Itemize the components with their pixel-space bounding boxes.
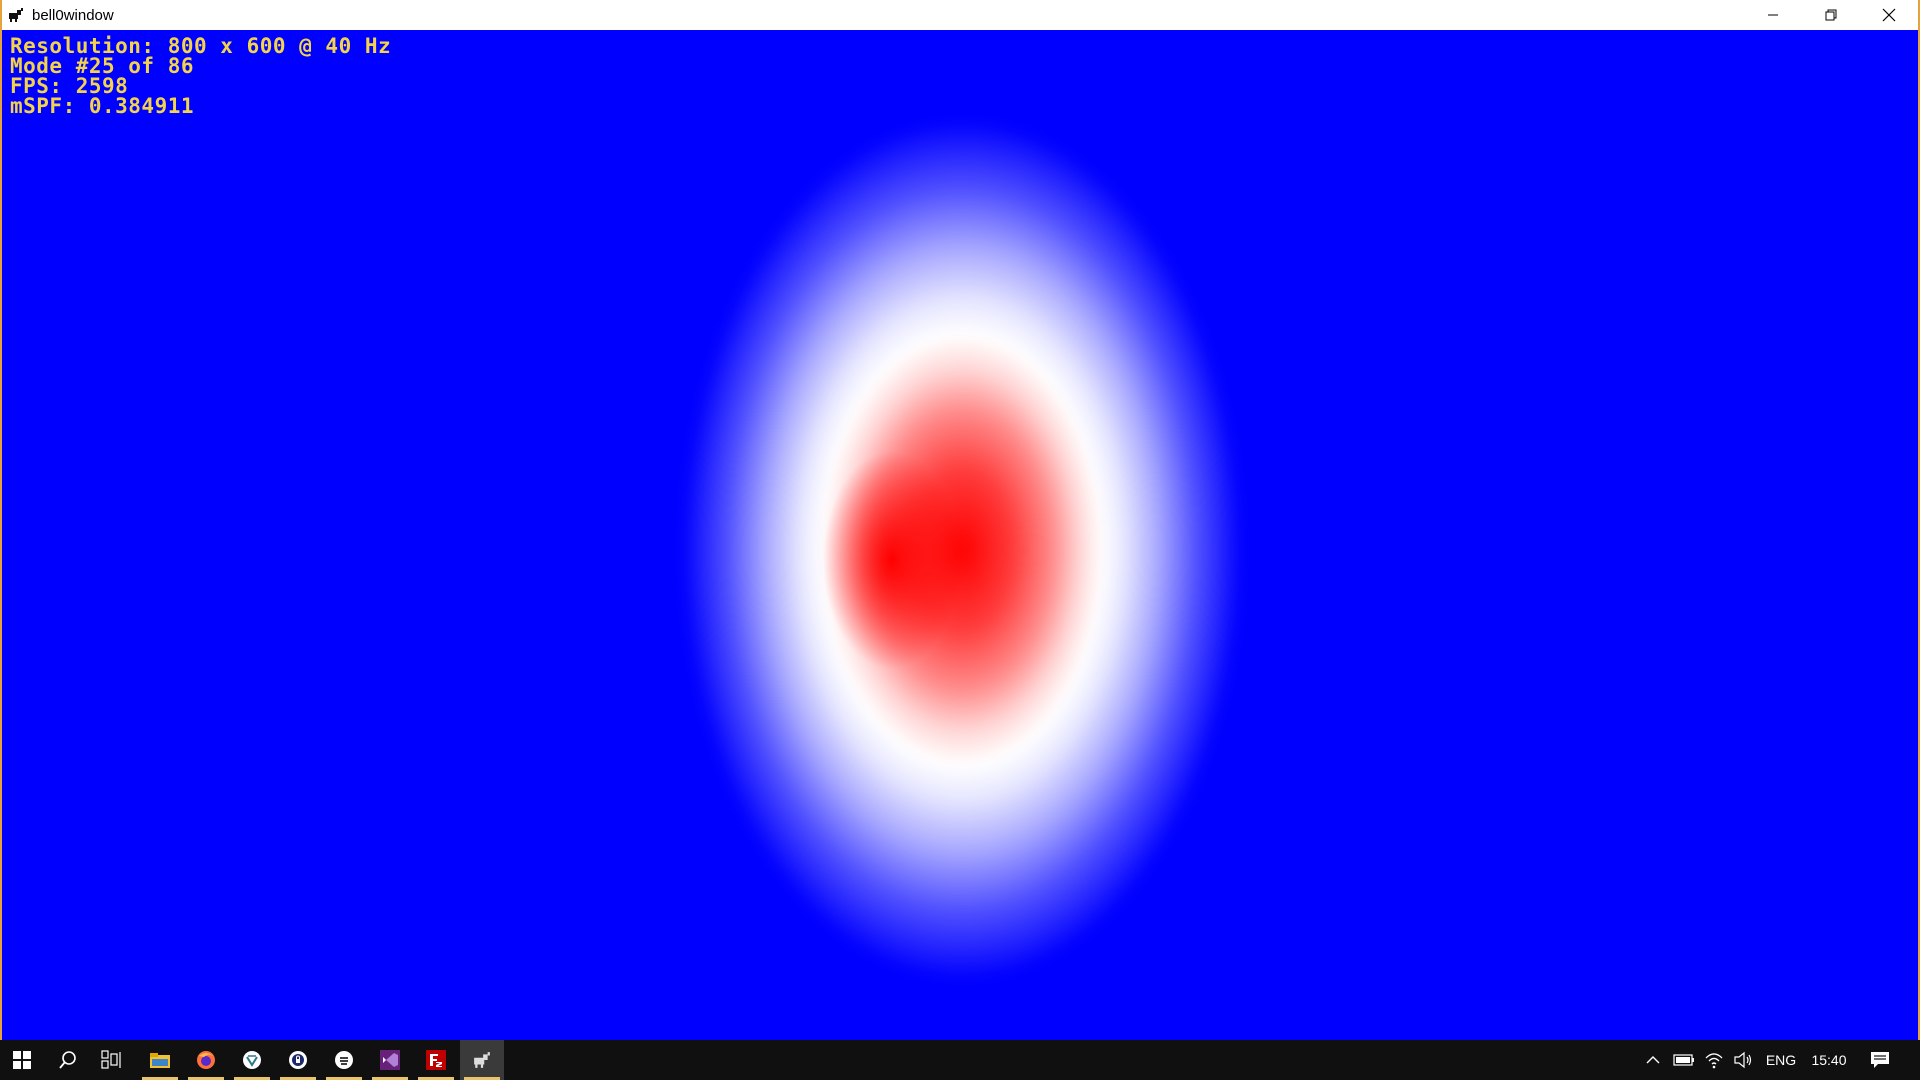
start-button[interactable]: [0, 1040, 44, 1080]
desktop-screen: bell0window Resolution: 800 x 600 @ 40 H…: [0, 0, 1920, 1080]
volume-button[interactable]: [1729, 1040, 1757, 1080]
filezilla-icon: [426, 1050, 446, 1070]
bell-curve-gradient: [682, 120, 1242, 980]
app-window: bell0window Resolution: 800 x 600 @ 40 H…: [0, 0, 1920, 1040]
search-icon: [59, 1051, 76, 1069]
show-hidden-icons-button[interactable]: [1640, 1040, 1666, 1080]
file-explorer-icon: [150, 1053, 170, 1068]
taskbar-visual-studio[interactable]: [368, 1040, 412, 1080]
close-icon: [1882, 8, 1896, 22]
bell-curve-peak: [822, 450, 962, 670]
task-view-button[interactable]: [90, 1040, 134, 1080]
taskbar-filezilla[interactable]: [414, 1040, 458, 1080]
taskbar-firefox[interactable]: [184, 1040, 228, 1080]
taskbar-bell0window[interactable]: [460, 1040, 504, 1080]
restore-button[interactable]: [1802, 0, 1860, 30]
search-button[interactable]: [46, 1040, 90, 1080]
vpn-app-icon: [243, 1051, 261, 1069]
minimize-icon: [1768, 14, 1778, 16]
bell0window-app-icon: [474, 1052, 490, 1068]
app-icon[interactable]: [7, 6, 25, 24]
title-bar[interactable]: bell0window: [2, 0, 1918, 30]
taskbar-vpn-app[interactable]: [230, 1040, 274, 1080]
network-button[interactable]: [1700, 1040, 1728, 1080]
resolution-text: Resolution: 800 x 600 @ 40 Hz: [10, 34, 392, 58]
stats-overlay: Resolution: 800 x 600 @ 40 Hz Mode #25 of…: [10, 34, 392, 118]
password-manager-icon: [289, 1051, 307, 1069]
fps-text: FPS: 2598: [10, 74, 129, 98]
taskbar-media-app[interactable]: [322, 1040, 366, 1080]
task-view-icon: [101, 1050, 121, 1069]
wifi-icon: [1705, 1053, 1723, 1069]
taskbar: ENG 15:40: [0, 1040, 1920, 1080]
mode-text: Mode #25 of 86: [10, 54, 195, 78]
speaker-icon: [1734, 1051, 1752, 1069]
media-app-icon: [335, 1051, 353, 1069]
battery-button[interactable]: [1670, 1040, 1698, 1080]
visual-studio-icon: [380, 1050, 400, 1070]
language-indicator[interactable]: ENG: [1760, 1040, 1802, 1080]
taskbar-password-manager[interactable]: [276, 1040, 320, 1080]
battery-icon: [1673, 1054, 1694, 1066]
notification-icon: [1871, 1052, 1889, 1068]
window-title: bell0window: [32, 6, 114, 24]
render-canvas[interactable]: Resolution: 800 x 600 @ 40 Hz Mode #25 of…: [2, 30, 1918, 1040]
clock[interactable]: 15:40: [1804, 1040, 1854, 1080]
mspf-text: mSPF: 0.384911: [10, 94, 195, 118]
windows-start-icon: [13, 1051, 31, 1069]
minimize-button[interactable]: [1744, 0, 1802, 30]
firefox-icon: [197, 1051, 215, 1069]
close-button[interactable]: [1860, 0, 1918, 30]
taskbar-file-explorer[interactable]: [138, 1040, 182, 1080]
restore-icon: [1825, 9, 1837, 21]
action-center-button[interactable]: [1862, 1040, 1898, 1080]
chevron-up-icon: [1646, 1056, 1660, 1064]
